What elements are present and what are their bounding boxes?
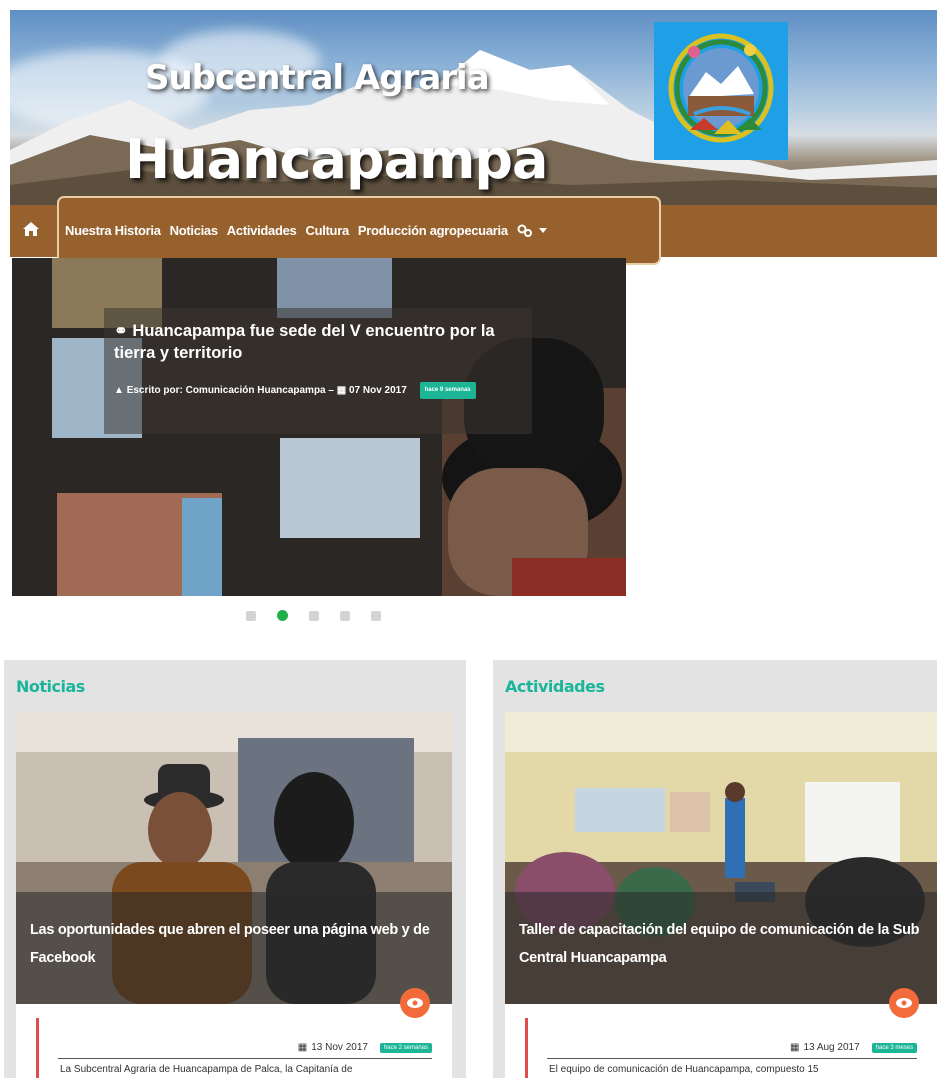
carousel-indicators [246,610,381,621]
nav-item-noticias[interactable]: Noticias [170,223,218,238]
actividades-panel: Actividades Taller de capacitación del e… [493,660,937,1078]
caret-down-icon [538,227,547,233]
actividades-date: 13 Aug 2017 [803,1042,860,1053]
noticias-excerpt: La Subcentral Agraria de Huancapampa de … [60,1064,353,1075]
meta-separator: – [328,385,334,397]
actividades-card-title[interactable]: Taller de capacitación del equipo de com… [519,916,923,972]
carousel-dot-active[interactable] [277,610,288,621]
nav-item-produccion[interactable]: Producción agropecuaria [358,223,508,238]
home-icon[interactable] [22,221,44,241]
nav-menu: Nuestra Historia Noticias Actividades Cu… [57,196,661,265]
featured-carousel[interactable]: ⚭ Huancapampa fue sede del V encuentro p… [12,258,626,596]
ago-badge: hace 2 semanas [379,1042,432,1053]
nav-item-actividades[interactable]: Actividades [227,223,297,238]
ago-badge: hace 3 meses [871,1042,917,1053]
link-icon: ⚭ [114,322,133,340]
noticias-date-row: ▦ 13 Nov 2017 hace 2 semanas [298,1042,432,1053]
view-eye-button[interactable] [400,988,430,1018]
search-dropdown[interactable] [517,224,547,238]
municipal-emblem-icon [654,22,788,160]
search-icon [517,224,532,237]
ago-badge: hace 9 semanas [419,382,476,399]
carousel-title[interactable]: Huancapampa fue sede del V encuentro por… [114,322,495,362]
header-banner: Subcentral Agraria Huancapampa [10,10,937,205]
actividades-card-body: ▦ 13 Aug 2017 hace 3 meses El equipo de … [505,1004,937,1078]
view-eye-button[interactable] [889,988,919,1018]
actividades-date-row: ▦ 13 Aug 2017 hace 3 meses [790,1042,917,1053]
eye-icon [896,998,912,1008]
author-name: Comunicación Huancapampa [185,385,326,397]
author-prefix: Escrito por: [126,385,183,397]
carousel-dot[interactable] [309,611,319,621]
noticias-card-overlay: Las oportunidades que abren el poseer un… [16,892,452,1004]
noticias-panel: Noticias Las oportunidades que abren el … [4,660,466,1078]
site-title-line2: Huancapampa [125,128,548,191]
accent-bar [525,1018,528,1078]
accent-bar [36,1018,39,1078]
calendar-icon: ▦ [297,1042,308,1053]
actividades-card-image[interactable]: Taller de capacitación del equipo de com… [505,712,937,1004]
actividades-excerpt: El equipo de comunicación de Huancapampa… [549,1064,819,1075]
nav-item-cultura[interactable]: Cultura [305,223,349,238]
carousel-dot[interactable] [340,611,350,621]
carousel-meta: ▲ Escrito por: Comunicación Huancapampa … [114,382,522,399]
calendar-icon: ▦ [336,385,347,397]
main-navbar: Nuestra Historia Noticias Actividades Cu… [10,196,937,265]
noticias-card-body: ▦ 13 Nov 2017 hace 2 semanas La Subcentr… [16,1004,452,1078]
section-title-actividades[interactable]: Actividades [505,677,605,696]
actividades-card-overlay: Taller de capacitación del equipo de com… [505,892,937,1004]
section-title-noticias[interactable]: Noticias [16,677,85,696]
carousel-title-row[interactable]: ⚭ Huancapampa fue sede del V encuentro p… [114,320,522,364]
divider [547,1058,917,1059]
noticias-card-title[interactable]: Las oportunidades que abren el poseer un… [30,916,438,972]
calendar-icon: ▦ [790,1042,800,1053]
noticias-date: 13 Nov 2017 [311,1042,368,1053]
carousel-dot[interactable] [371,611,381,621]
nav-item-historia[interactable]: Nuestra Historia [65,223,161,238]
carousel-date: 07 Nov 2017 [348,385,407,397]
eye-icon [407,998,423,1008]
carousel-caption: ⚭ Huancapampa fue sede del V encuentro p… [104,308,532,434]
carousel-dot[interactable] [246,611,256,621]
site-title-line1: Subcentral Agraria [145,58,490,98]
divider [58,1058,432,1059]
user-icon: ▲ [114,385,124,397]
noticias-card-image[interactable]: Las oportunidades que abren el poseer un… [16,712,452,1004]
